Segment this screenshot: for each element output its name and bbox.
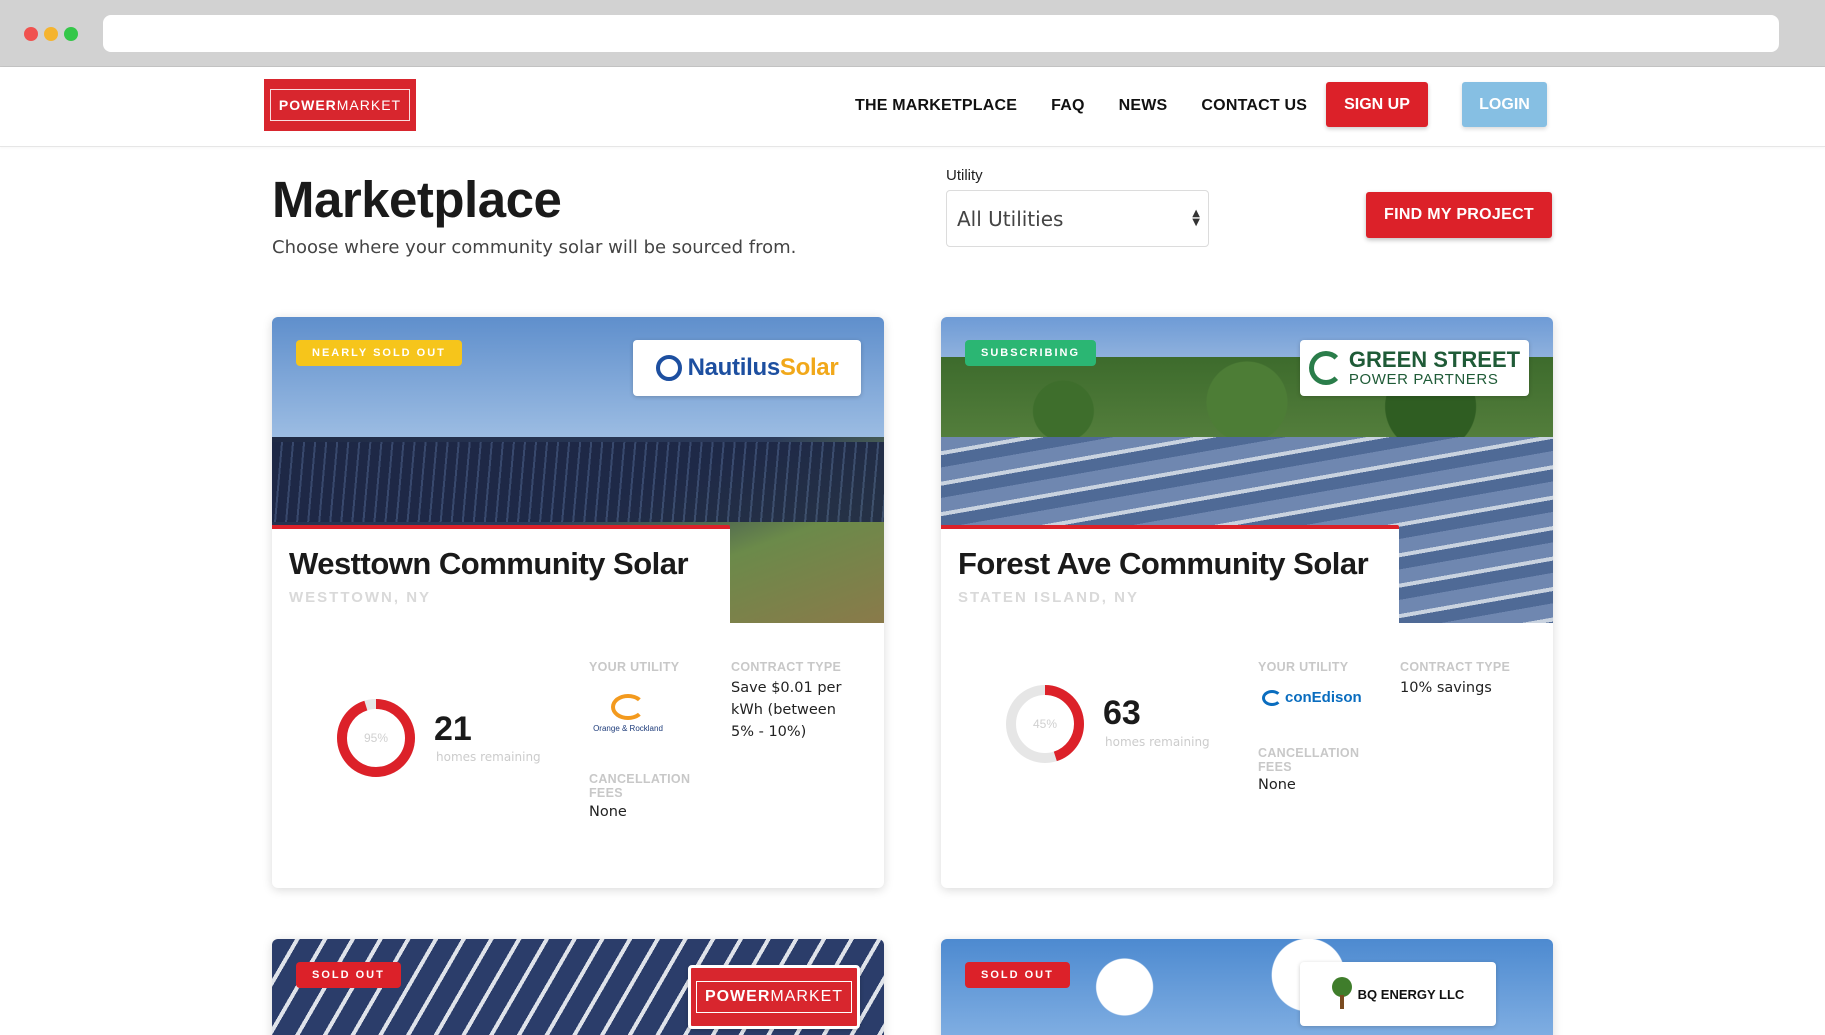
donut-percent: 45% (1032, 717, 1058, 731)
project-card-westtown[interactable]: NEARLY SOLD OUT NautilusSolar Westtown C… (272, 317, 884, 888)
title-plate: Forest Ave Community Solar STATEN ISLAND… (941, 525, 1399, 623)
top-navigation: POWERMARKET THE MARKETPLACE FAQ NEWS CON… (0, 67, 1825, 147)
select-arrows-icon: ▲ ▼ (1192, 208, 1200, 228)
maximize-window-icon[interactable] (64, 27, 78, 41)
contract-type-value: Save $0.01 per kWh (between 5% - 10%) (731, 680, 842, 740)
project-location: STATEN ISLAND, NY (958, 589, 1139, 606)
green-street-leaf-icon (1308, 351, 1343, 385)
utility-select[interactable]: All Utilities ▲ ▼ (946, 190, 1209, 247)
nav-link-news[interactable]: NEWS (1119, 97, 1168, 115)
minimize-window-icon[interactable] (44, 27, 58, 41)
cancellation-fees-value: None (589, 804, 627, 820)
partner-logo-bq-energy: BQ ENERGY LLC (1300, 962, 1496, 1026)
partner-logo-nautilus: NautilusSolar (633, 340, 861, 396)
login-button[interactable]: LOGIN (1462, 82, 1547, 127)
project-title: Westtown Community Solar (289, 546, 689, 581)
donut-percent: 95% (363, 731, 389, 745)
project-card-4[interactable]: SOLD OUT BQ ENERGY LLC (941, 939, 1553, 1035)
status-badge: NEARLY SOLD OUT (296, 340, 462, 366)
project-photo: SUBSCRIBING GREEN STREET POWER PARTNERS … (941, 317, 1553, 623)
utility-select-value: All Utilities (957, 206, 1064, 231)
status-badge: SOLD OUT (296, 962, 401, 988)
conedison-icon (1262, 689, 1282, 706)
utility-logo-orange-rockland: Orange & Rockland (588, 694, 668, 740)
project-photo: NEARLY SOLD OUT NautilusSolar Westtown C… (272, 317, 884, 623)
cancellation-fees-label: CANCELLATION FEES (1258, 746, 1360, 774)
browser-chrome (0, 0, 1825, 67)
project-photo: SOLD OUT BQ ENERGY LLC (941, 939, 1553, 1035)
page-title: Marketplace (272, 171, 562, 228)
contract-type-label: CONTRACT TYPE (1400, 660, 1511, 674)
homes-remaining-count: 63 (1103, 694, 1141, 732)
nav-link-contact[interactable]: CONTACT US (1201, 97, 1307, 115)
utility-logo-conedison: conEdison (1262, 689, 1362, 706)
powermarket-logo[interactable]: POWERMARKET (264, 79, 416, 131)
tree-icon (1331, 977, 1352, 1011)
cancellation-fees-label: CANCELLATION FEES (589, 772, 691, 800)
homes-remaining-count: 21 (434, 710, 472, 748)
homes-remaining-label: homes remaining (1105, 735, 1210, 749)
nav-links: THE MARKETPLACE FAQ NEWS CONTACT US (855, 97, 1307, 115)
project-title: Forest Ave Community Solar (958, 546, 1369, 581)
contract-type-label: CONTRACT TYPE (731, 660, 842, 674)
title-plate: Westtown Community Solar WESTTOWN, NY (272, 525, 730, 623)
project-location: WESTTOWN, NY (289, 589, 432, 606)
sign-up-button[interactable]: SIGN UP (1326, 82, 1428, 127)
partner-logo-powermarket: POWERMARKET (688, 965, 860, 1029)
your-utility-label: YOUR UTILITY (589, 660, 680, 674)
logo-text: POWERMARKET (269, 89, 411, 121)
utility-filter-label: Utility (946, 167, 983, 184)
nautilus-swirl-icon (655, 355, 682, 381)
page-subtitle: Choose where your community solar will b… (272, 237, 797, 258)
status-badge: SUBSCRIBING (965, 340, 1097, 366)
orange-rockland-icon (611, 694, 645, 720)
your-utility-label: YOUR UTILITY (1258, 660, 1349, 674)
address-bar[interactable] (103, 15, 1779, 52)
project-card-forest-ave[interactable]: SUBSCRIBING GREEN STREET POWER PARTNERS … (941, 317, 1553, 888)
cancellation-fees-value: None (1258, 777, 1296, 793)
close-window-icon[interactable] (24, 27, 38, 41)
status-badge: SOLD OUT (965, 962, 1070, 988)
contract-type-value: 10% savings (1400, 680, 1492, 696)
partner-logo-green-street: GREEN STREET POWER PARTNERS (1300, 340, 1529, 396)
project-photo: SOLD OUT POWERMARKET (272, 939, 884, 1035)
project-card-3[interactable]: SOLD OUT POWERMARKET (272, 939, 884, 1035)
find-my-project-button[interactable]: FIND MY PROJECT (1366, 192, 1552, 238)
nav-link-marketplace[interactable]: THE MARKETPLACE (855, 97, 1017, 115)
homes-remaining-label: homes remaining (436, 750, 541, 764)
nav-link-faq[interactable]: FAQ (1051, 97, 1085, 115)
